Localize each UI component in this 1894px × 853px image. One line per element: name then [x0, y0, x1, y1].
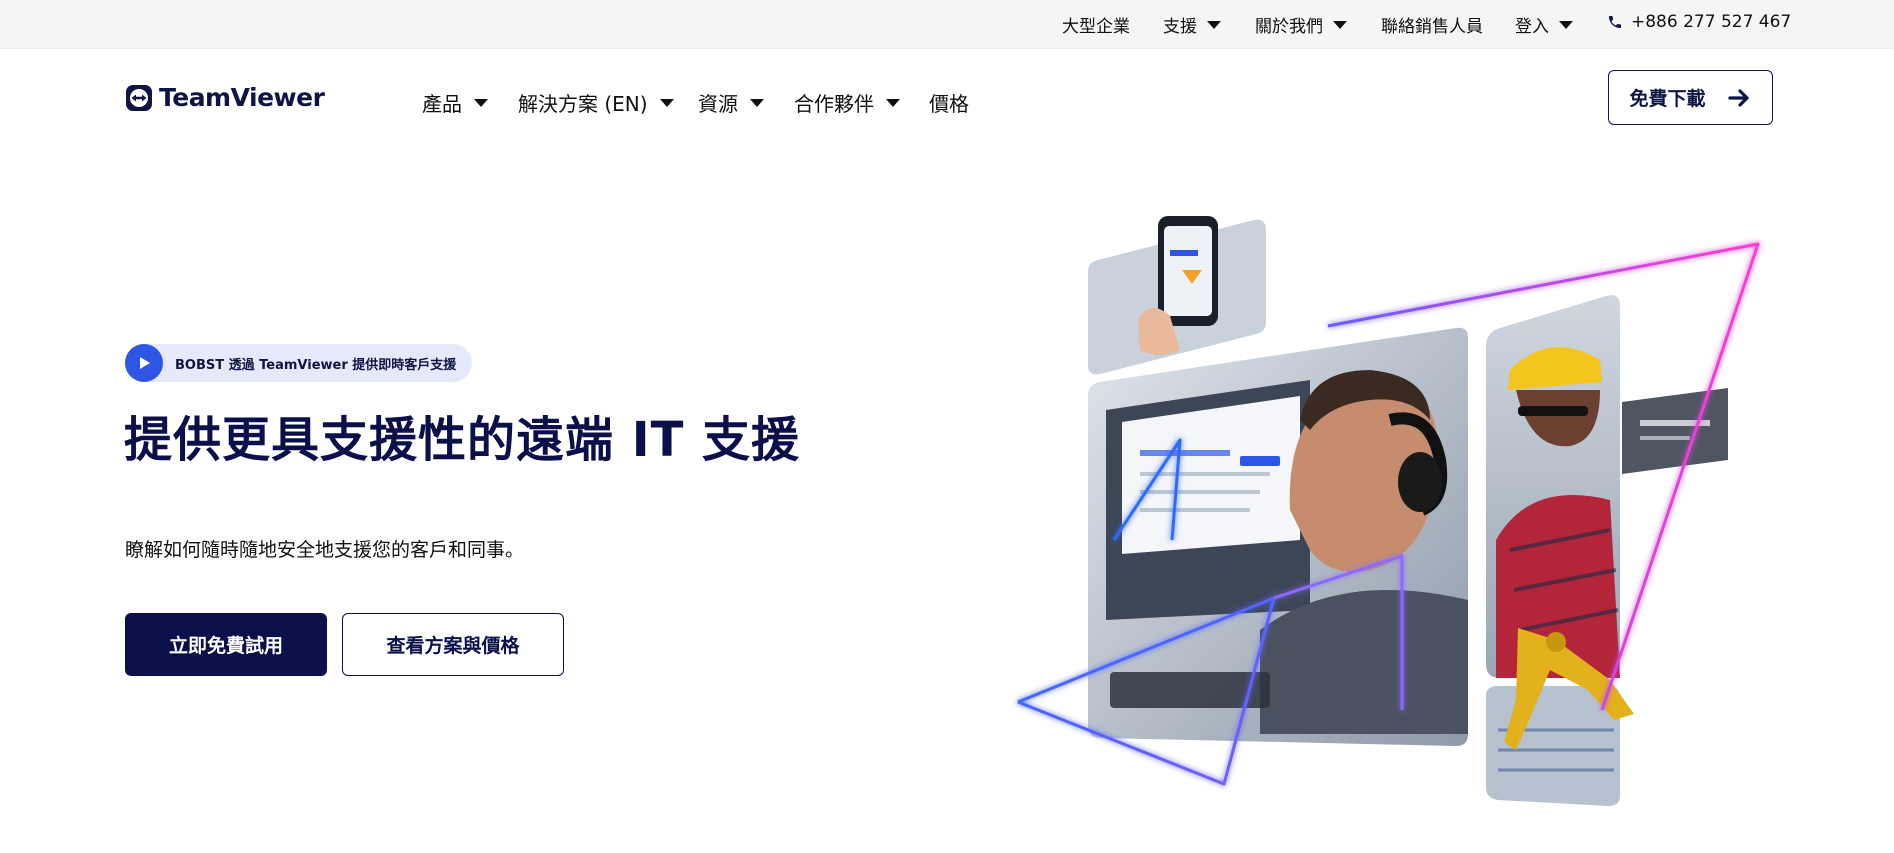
- about-menu[interactable]: 關於我們: [1255, 12, 1347, 37]
- support-menu-label: 支援: [1163, 17, 1197, 37]
- about-menu-label: 關於我們: [1255, 17, 1323, 37]
- free-download-button[interactable]: 免費下載: [1608, 70, 1773, 125]
- nav-solutions-label: 解決方案 (EN): [518, 92, 648, 116]
- free-download-label: 免費下載: [1629, 88, 1706, 110]
- nav-solutions[interactable]: 解決方案 (EN): [518, 88, 674, 117]
- free-trial-button[interactable]: 立即免費試用: [125, 613, 327, 676]
- arrow-right-icon: [1727, 88, 1749, 107]
- video-badge-label: BOBST 透過 TeamViewer 提供即時客戶支援: [175, 357, 457, 373]
- phone-number: +886 277 527 467: [1631, 12, 1792, 32]
- login-menu[interactable]: 登入: [1515, 12, 1573, 37]
- utility-bar: 大型企業 支援 關於我們 聯絡銷售人員 登入 +886 277 527 467: [0, 0, 1894, 49]
- chevron-down-icon: [1333, 20, 1347, 29]
- nav-pricing[interactable]: 價格: [929, 88, 969, 117]
- nav-partners-label: 合作夥伴: [794, 92, 874, 116]
- logo-text: TeamViewer: [159, 83, 325, 112]
- hero-subtitle: 瞭解如何隨時隨地安全地支援您的客戶和同事。: [125, 539, 525, 561]
- contact-sales-link[interactable]: 聯絡銷售人員: [1381, 12, 1483, 37]
- phone-photo-card: [1088, 216, 1266, 375]
- login-menu-label: 登入: [1515, 17, 1549, 37]
- chevron-down-icon: [1207, 20, 1221, 29]
- phone-link[interactable]: +886 277 527 467: [1607, 12, 1791, 32]
- nav-products-label: 產品: [422, 92, 462, 116]
- phone-icon: [1609, 16, 1621, 28]
- chevron-down-icon: [1559, 20, 1573, 29]
- hero-illustration: [1017, 216, 1760, 806]
- chevron-down-icon: [750, 98, 764, 107]
- nav-partners[interactable]: 合作夥伴: [794, 88, 900, 117]
- teamviewer-logo[interactable]: TeamViewer: [125, 83, 325, 112]
- chevron-down-icon: [659, 98, 674, 107]
- view-plans-button[interactable]: 查看方案與價格: [342, 613, 564, 676]
- hero-title: 提供更具支援性的遠端 IT 支援: [124, 412, 801, 468]
- support-agent-photo-card: [1088, 327, 1468, 746]
- nav-resources-label: 資源: [698, 92, 738, 116]
- nav-products[interactable]: 產品: [422, 88, 488, 117]
- teamviewer-logo-icon: [126, 84, 152, 111]
- chevron-down-icon: [474, 98, 488, 107]
- nav-resources[interactable]: 資源: [698, 88, 764, 117]
- play-icon: [125, 344, 163, 382]
- video-badge[interactable]: BOBST 透過 TeamViewer 提供即時客戶支援: [125, 344, 473, 382]
- worker-photo-card: [1486, 295, 1728, 678]
- chevron-down-icon: [886, 98, 900, 107]
- support-menu[interactable]: 支援: [1163, 12, 1221, 37]
- enterprise-link[interactable]: 大型企業: [1062, 12, 1130, 37]
